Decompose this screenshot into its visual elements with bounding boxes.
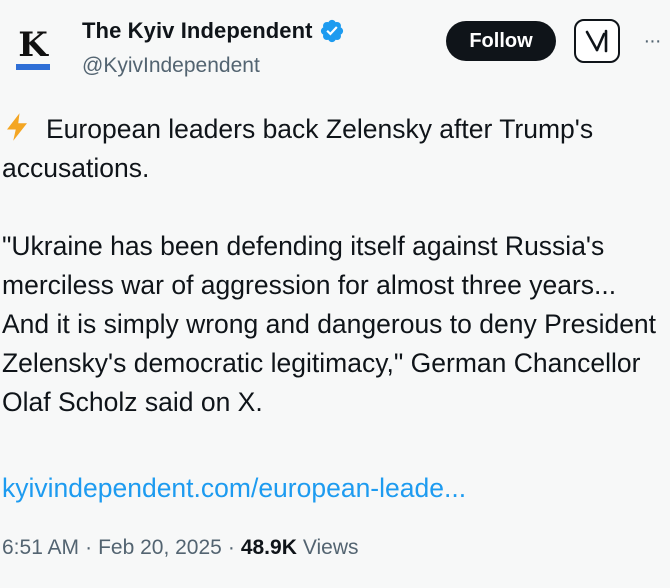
tweet-text: European leaders back Zelensky after Tru… xyxy=(2,110,668,422)
tweet-quote: "Ukraine has been defending itself again… xyxy=(2,231,664,417)
avatar-letter: K xyxy=(18,25,48,65)
meta-separator: · xyxy=(227,536,235,559)
views-count[interactable]: 48.9K xyxy=(241,536,297,560)
verified-badge-icon[interactable] xyxy=(319,18,345,44)
tweet-date[interactable]: Feb 20, 2025 xyxy=(98,536,222,560)
author-handle[interactable]: @KyivIndependent xyxy=(82,54,260,78)
tweet-line1: European leaders back Zelensky after Tru… xyxy=(2,114,601,183)
grok-icon xyxy=(585,29,608,53)
avatar[interactable]: K xyxy=(0,14,66,80)
tweet: K The Kyiv Independent @KyivIndependent … xyxy=(0,0,670,588)
meta-separator: · xyxy=(85,536,93,559)
avatar-underline xyxy=(16,64,50,70)
tweet-headline: European leaders back Zelensky after Tru… xyxy=(2,110,668,188)
tweet-meta: 6:51 AM · Feb 20, 2025 · 48.9K Views xyxy=(2,536,359,560)
grok-button[interactable] xyxy=(574,19,620,63)
author-name[interactable]: The Kyiv Independent xyxy=(82,18,313,44)
more-icon[interactable]: ··· xyxy=(638,26,666,56)
follow-button[interactable]: Follow xyxy=(446,21,556,61)
views-label: Views xyxy=(302,536,359,559)
lightning-icon xyxy=(7,113,27,141)
tweet-time[interactable]: 6:51 AM xyxy=(2,536,79,560)
article-link[interactable]: kyivindependent.com/european-leade... xyxy=(2,473,466,504)
author-name-row: The Kyiv Independent xyxy=(82,18,345,44)
